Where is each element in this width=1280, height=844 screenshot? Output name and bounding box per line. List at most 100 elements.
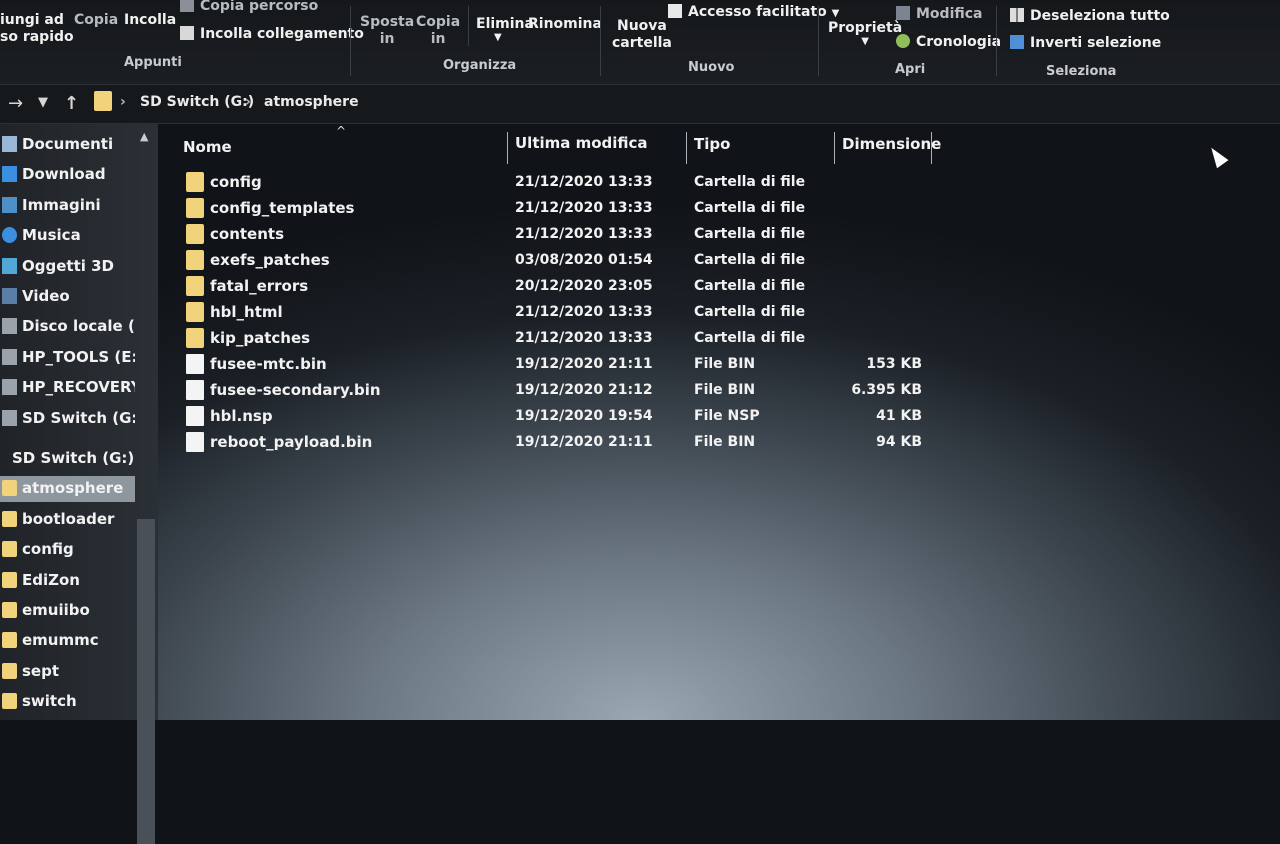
sidebar-item[interactable]: HP_RECOVERY (F (0, 375, 135, 401)
file-row[interactable]: reboot_payload.bin 19/12/2020 21:11 File B… (182, 430, 942, 456)
column-divider[interactable] (507, 132, 508, 164)
breadcrumb-current-folder[interactable]: atmosphere (264, 94, 359, 110)
pin-quick-access-label-1: iungi ad (0, 12, 64, 28)
navigation-scrollbar[interactable] (137, 519, 155, 844)
file-list: ^ Nome Ultima modifica Tipo Dimensione c… (160, 124, 1280, 720)
column-divider[interactable] (931, 132, 932, 164)
file-row[interactable]: exefs_patches 03/08/2020 01:54 Cartella di… (182, 248, 942, 274)
breadcrumb-separator-icon[interactable]: › (120, 94, 126, 110)
file-icon (186, 354, 204, 374)
sidebar-item[interactable]: atmosphere (0, 476, 135, 502)
folder-icon (2, 693, 17, 709)
copy-button[interactable]: Copia (74, 12, 118, 28)
scroll-up-icon[interactable]: ▲ (140, 130, 148, 143)
file-row[interactable]: contents 21/12/2020 13:33 Cartella di file (182, 222, 942, 248)
sidebar-item-label: emummc (22, 631, 99, 649)
sidebar-item-label: Disco locale (C:) (22, 317, 135, 335)
music-icon (2, 227, 17, 243)
file-modified: 19/12/2020 21:12 (515, 382, 653, 398)
copy-path-label: Copia percorso (200, 0, 319, 14)
file-modified: 19/12/2020 21:11 (515, 434, 653, 450)
copy-to-button[interactable]: Copia in (416, 14, 460, 48)
sidebar-item[interactable]: HP_TOOLS (E:) (0, 345, 135, 371)
sidebar-item[interactable]: SD Switch (G:) (0, 446, 135, 472)
recent-locations-chevron-icon[interactable]: ▼ (38, 95, 48, 110)
history-button[interactable]: Cronologia (896, 34, 1001, 50)
folder-icon (186, 198, 204, 218)
move-to-label-2: in (379, 31, 395, 47)
file-size: 153 KB (866, 356, 922, 372)
properties-button[interactable]: Proprietà ▼ (828, 20, 902, 47)
open-group-label: Apri (895, 62, 926, 77)
column-header-name[interactable]: Nome (183, 138, 232, 156)
file-row[interactable]: fusee-mtc.bin 19/12/2020 21:11 File BIN 153… (182, 352, 942, 378)
column-header-size[interactable]: Dimensione (842, 135, 941, 153)
file-name: fusee-secondary.bin (210, 381, 381, 399)
folder-icon (186, 224, 204, 244)
invert-selection-button[interactable]: Inverti selezione (1010, 35, 1161, 51)
edit-button[interactable]: Modifica (896, 6, 983, 22)
new-folder-button[interactable]: Nuova cartella (612, 18, 672, 52)
file-row[interactable]: hbl.nsp 19/12/2020 19:54 File NSP 41 KB (182, 404, 942, 430)
sidebar-item[interactable]: Oggetti 3D (0, 254, 135, 280)
sidebar-item[interactable]: sept (0, 659, 135, 685)
ribbon-divider (350, 6, 351, 76)
sidebar-item[interactable]: config (0, 537, 135, 563)
ribbon-divider (996, 6, 997, 76)
file-type: File NSP (694, 408, 760, 424)
sidebar-item[interactable]: Video (0, 284, 135, 310)
file-row[interactable]: config 21/12/2020 13:33 Cartella di file (182, 170, 942, 196)
paste-shortcut-button[interactable]: Incolla collegamento (180, 26, 364, 42)
column-divider[interactable] (686, 132, 687, 164)
sidebar-item[interactable]: Documenti (0, 132, 135, 158)
properties-label: Proprietà (828, 20, 903, 36)
file-row[interactable]: hbl_html 21/12/2020 13:33 Cartella di file (182, 300, 942, 326)
file-icon (186, 380, 204, 400)
paste-button[interactable]: Incolla (124, 12, 176, 28)
pin-quick-access-button[interactable]: iungi ad so rapido (0, 12, 74, 46)
column-divider[interactable] (834, 132, 835, 164)
sidebar-item[interactable]: SD Switch (G:) (0, 406, 135, 432)
easy-access-button[interactable]: Accesso facilitato ▼ (668, 4, 839, 20)
file-type: File BIN (694, 356, 756, 372)
delete-button[interactable]: Elimina ▼ (476, 16, 534, 43)
rename-button[interactable]: Rinomina (528, 16, 602, 32)
file-type: Cartella di file (694, 226, 806, 242)
history-label: Cronologia (916, 34, 1002, 50)
breadcrumb-drive[interactable]: SD Switch (G:) (140, 94, 254, 110)
breadcrumb-separator-icon[interactable]: › (245, 94, 251, 110)
column-header-modified[interactable]: Ultima modifica (515, 134, 648, 152)
sidebar-item[interactable]: emuiibo (0, 598, 135, 624)
chevron-down-icon: ▼ (861, 36, 869, 47)
folder-icon (2, 632, 17, 648)
sidebar-item[interactable]: Download (0, 162, 135, 188)
folder-icon (186, 172, 204, 192)
deselect-all-icon (1010, 8, 1024, 22)
new-group-label: Nuovo (688, 60, 735, 75)
column-header-type[interactable]: Tipo (694, 135, 730, 153)
file-row[interactable]: kip_patches 21/12/2020 13:33 Cartella di f… (182, 326, 942, 352)
up-arrow-icon[interactable]: ↑ (64, 93, 79, 114)
edit-icon (896, 6, 910, 20)
sidebar-item[interactable]: Musica (0, 223, 135, 249)
copy-path-button[interactable]: Copia percorso (180, 0, 318, 14)
sidebar-item[interactable]: bootloader (0, 507, 135, 533)
sidebar-item-label: bootloader (22, 510, 115, 528)
forward-arrow-icon[interactable]: → (8, 93, 23, 114)
sidebar-item[interactable]: Disco locale (C:) (0, 314, 135, 340)
file-name: hbl_html (210, 303, 283, 321)
file-row[interactable]: config_templates 21/12/2020 13:33 Cartella… (182, 196, 942, 222)
sidebar-item[interactable]: EdiZon (0, 568, 135, 594)
move-to-button[interactable]: Sposta in (360, 14, 414, 48)
file-row[interactable]: fusee-secondary.bin 19/12/2020 21:12 File … (182, 378, 942, 404)
sidebar-item[interactable]: Immagini (0, 193, 135, 219)
file-modified: 21/12/2020 13:33 (515, 330, 653, 346)
sidebar-item[interactable]: switch (0, 689, 135, 715)
deselect-all-button[interactable]: Deseleziona tutto (1010, 8, 1170, 24)
sidebar-item[interactable]: emummc (0, 628, 135, 654)
sidebar-item-label: Oggetti 3D (22, 257, 114, 275)
file-row[interactable]: fatal_errors 20/12/2020 23:05 Cartella di … (182, 274, 942, 300)
file-type: Cartella di file (694, 200, 806, 216)
sidebar-item-label: Download (22, 165, 106, 183)
file-type: Cartella di file (694, 330, 806, 346)
